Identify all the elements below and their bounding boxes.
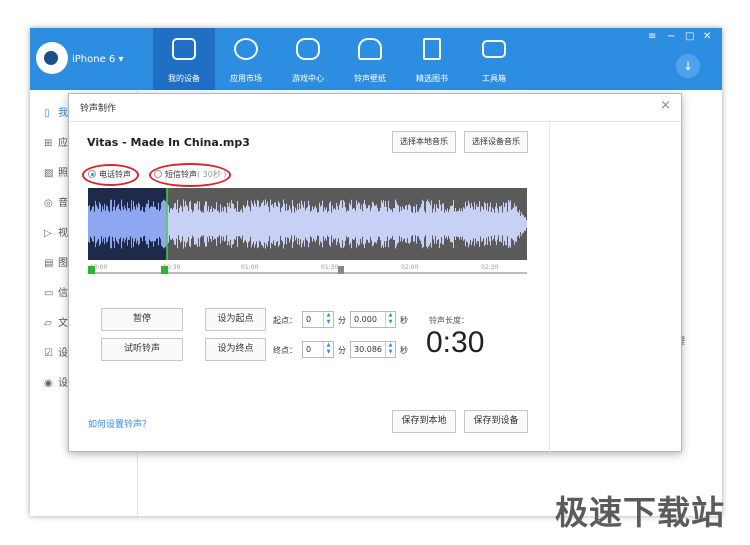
maximize-icon[interactable]: □ <box>685 31 694 42</box>
minimize-icon[interactable]: − <box>667 31 675 42</box>
waveform[interactable] <box>88 188 527 260</box>
music-icon: ◎ <box>44 198 53 209</box>
nav-label: 铃声壁纸 <box>354 74 386 83</box>
highlight-circle <box>149 163 231 187</box>
ringtone-length-value: 0:30 <box>426 326 485 359</box>
timeline[interactable]: 00:00 00:30 01:00 01:30 02:00 02:30 <box>88 260 527 274</box>
divider <box>549 122 550 452</box>
watermark-logo: 极速下载站 <box>555 493 725 532</box>
sidebar-item-label: 信 <box>58 288 68 299</box>
message-icon: ▭ <box>44 288 54 299</box>
spin-value: 0.000 <box>354 315 377 324</box>
sidebar-item-label: 我 <box>58 108 68 119</box>
select-device-music-button[interactable]: 选择设备音乐 <box>464 131 528 153</box>
nav-app-market[interactable]: 应用市场 <box>215 28 277 90</box>
top-bar: iPhone 6 ▾ 我的设备 应用市场 游戏中心 铃声壁纸 精选图书 工具箱 … <box>30 28 722 90</box>
download-icon[interactable]: ↓ <box>676 54 700 78</box>
close-icon[interactable]: × <box>660 98 671 113</box>
minute-unit: 分 <box>338 346 346 355</box>
end-handle[interactable] <box>161 266 168 274</box>
preview-button[interactable]: 试听铃声 <box>101 338 183 361</box>
stepper-arrows[interactable]: ▲ ▼ <box>385 312 395 327</box>
toolbox-icon <box>482 40 506 58</box>
sidebar-item-label: 照 <box>58 168 68 179</box>
checklist-icon: ☑ <box>44 348 53 359</box>
nav-ringtones[interactable]: 铃声壁纸 <box>339 28 401 90</box>
nav-label: 游戏中心 <box>292 74 324 83</box>
book-icon: ▤ <box>44 258 54 269</box>
ringtone-length-label: 铃声长度： <box>429 316 469 325</box>
stepper-arrows[interactable]: ▲ ▼ <box>323 342 333 357</box>
how-to-set-ringtone-link[interactable]: 如何设置铃声？ <box>88 417 151 430</box>
dialog-title: 铃声制作 <box>80 104 117 114</box>
grid-icon: ⊞ <box>44 138 53 149</box>
song-title: Vitas - Made In China.mp3 <box>87 136 250 149</box>
select-local-music-button[interactable]: 选择本地音乐 <box>392 131 456 153</box>
second-unit: 秒 <box>400 346 408 355</box>
set-start-button[interactable]: 设为起点 <box>205 308 266 331</box>
phone-icon: ▯ <box>44 108 50 119</box>
spin-value: 0 <box>306 315 312 324</box>
device-selector[interactable]: iPhone 6 ▾ <box>72 54 124 65</box>
menu-icon[interactable]: ≡ <box>648 31 656 42</box>
stepper-arrows[interactable]: ▲ ▼ <box>323 312 333 327</box>
nav-game-center[interactable]: 游戏中心 <box>277 28 339 90</box>
sidebar-item-label: 设 <box>58 348 68 359</box>
start-second-input[interactable]: 0.000 ▲ ▼ <box>350 311 396 328</box>
end-label: 终点： <box>273 346 297 355</box>
sidebar-item-label: 应 <box>58 138 68 149</box>
start-handle[interactable] <box>88 266 95 274</box>
bell-icon <box>358 38 382 60</box>
nav-books[interactable]: 精选图书 <box>401 28 463 90</box>
gear-icon: ◉ <box>44 378 53 389</box>
end-minute-input[interactable]: 0 ▲ ▼ <box>302 341 334 358</box>
sidebar-item-label: 音 <box>58 198 68 209</box>
save-local-button[interactable]: 保存到本地 <box>392 410 456 433</box>
start-label: 起点： <box>273 316 297 325</box>
nav-label: 应用市场 <box>230 74 262 83</box>
nav-label: 精选图书 <box>416 74 448 83</box>
spin-value: 30.086 <box>354 345 382 354</box>
start-minute-input[interactable]: 0 ▲ ▼ <box>302 311 334 328</box>
set-end-button[interactable]: 设为终点 <box>205 338 266 361</box>
end-second-input[interactable]: 30.086 ▲ ▼ <box>350 341 396 358</box>
nav-label: 工具箱 <box>482 74 506 83</box>
spin-value: 0 <box>306 345 312 354</box>
highlight-circle <box>82 164 139 186</box>
main-nav: 我的设备 应用市场 游戏中心 铃声壁纸 精选图书 工具箱 <box>153 28 525 90</box>
stepper-arrows[interactable]: ▲ ▼ <box>385 342 395 357</box>
tick-label: 02:30 <box>481 264 499 271</box>
gamepad-icon <box>296 38 320 60</box>
nav-label: 我的设备 <box>168 74 200 83</box>
second-unit: 秒 <box>400 316 408 325</box>
apps-icon <box>234 38 258 60</box>
playhead-handle[interactable] <box>338 266 344 274</box>
image-icon: ▨ <box>44 168 54 179</box>
book-icon <box>423 38 441 60</box>
divider <box>69 121 681 122</box>
sidebar-item-label: 视 <box>58 228 68 239</box>
save-device-button[interactable]: 保存到设备 <box>464 410 528 433</box>
waveform-graphic <box>88 188 527 260</box>
sidebar-item-label: 图 <box>58 258 68 269</box>
ringtone-maker-dialog: 铃声制作 × Vitas - Made In China.mp3 选择本地音乐 … <box>68 93 682 452</box>
folder-icon: ▱ <box>44 318 52 329</box>
pause-button[interactable]: 暂停 <box>101 308 183 331</box>
app-logo <box>36 42 68 74</box>
sidebar-item-label: 设 <box>58 378 68 389</box>
minute-unit: 分 <box>338 316 346 325</box>
device-icon <box>172 38 196 60</box>
close-icon[interactable]: ✕ <box>703 31 711 42</box>
play-icon: ▷ <box>44 228 52 239</box>
tick-label: 01:30 <box>321 264 339 271</box>
sidebar-item-label: 文 <box>58 318 68 329</box>
tick-label: 02:00 <box>401 264 419 271</box>
nav-my-device[interactable]: 我的设备 <box>153 28 215 90</box>
nav-toolbox[interactable]: 工具箱 <box>463 28 525 90</box>
tick-label: 01:00 <box>241 264 259 271</box>
